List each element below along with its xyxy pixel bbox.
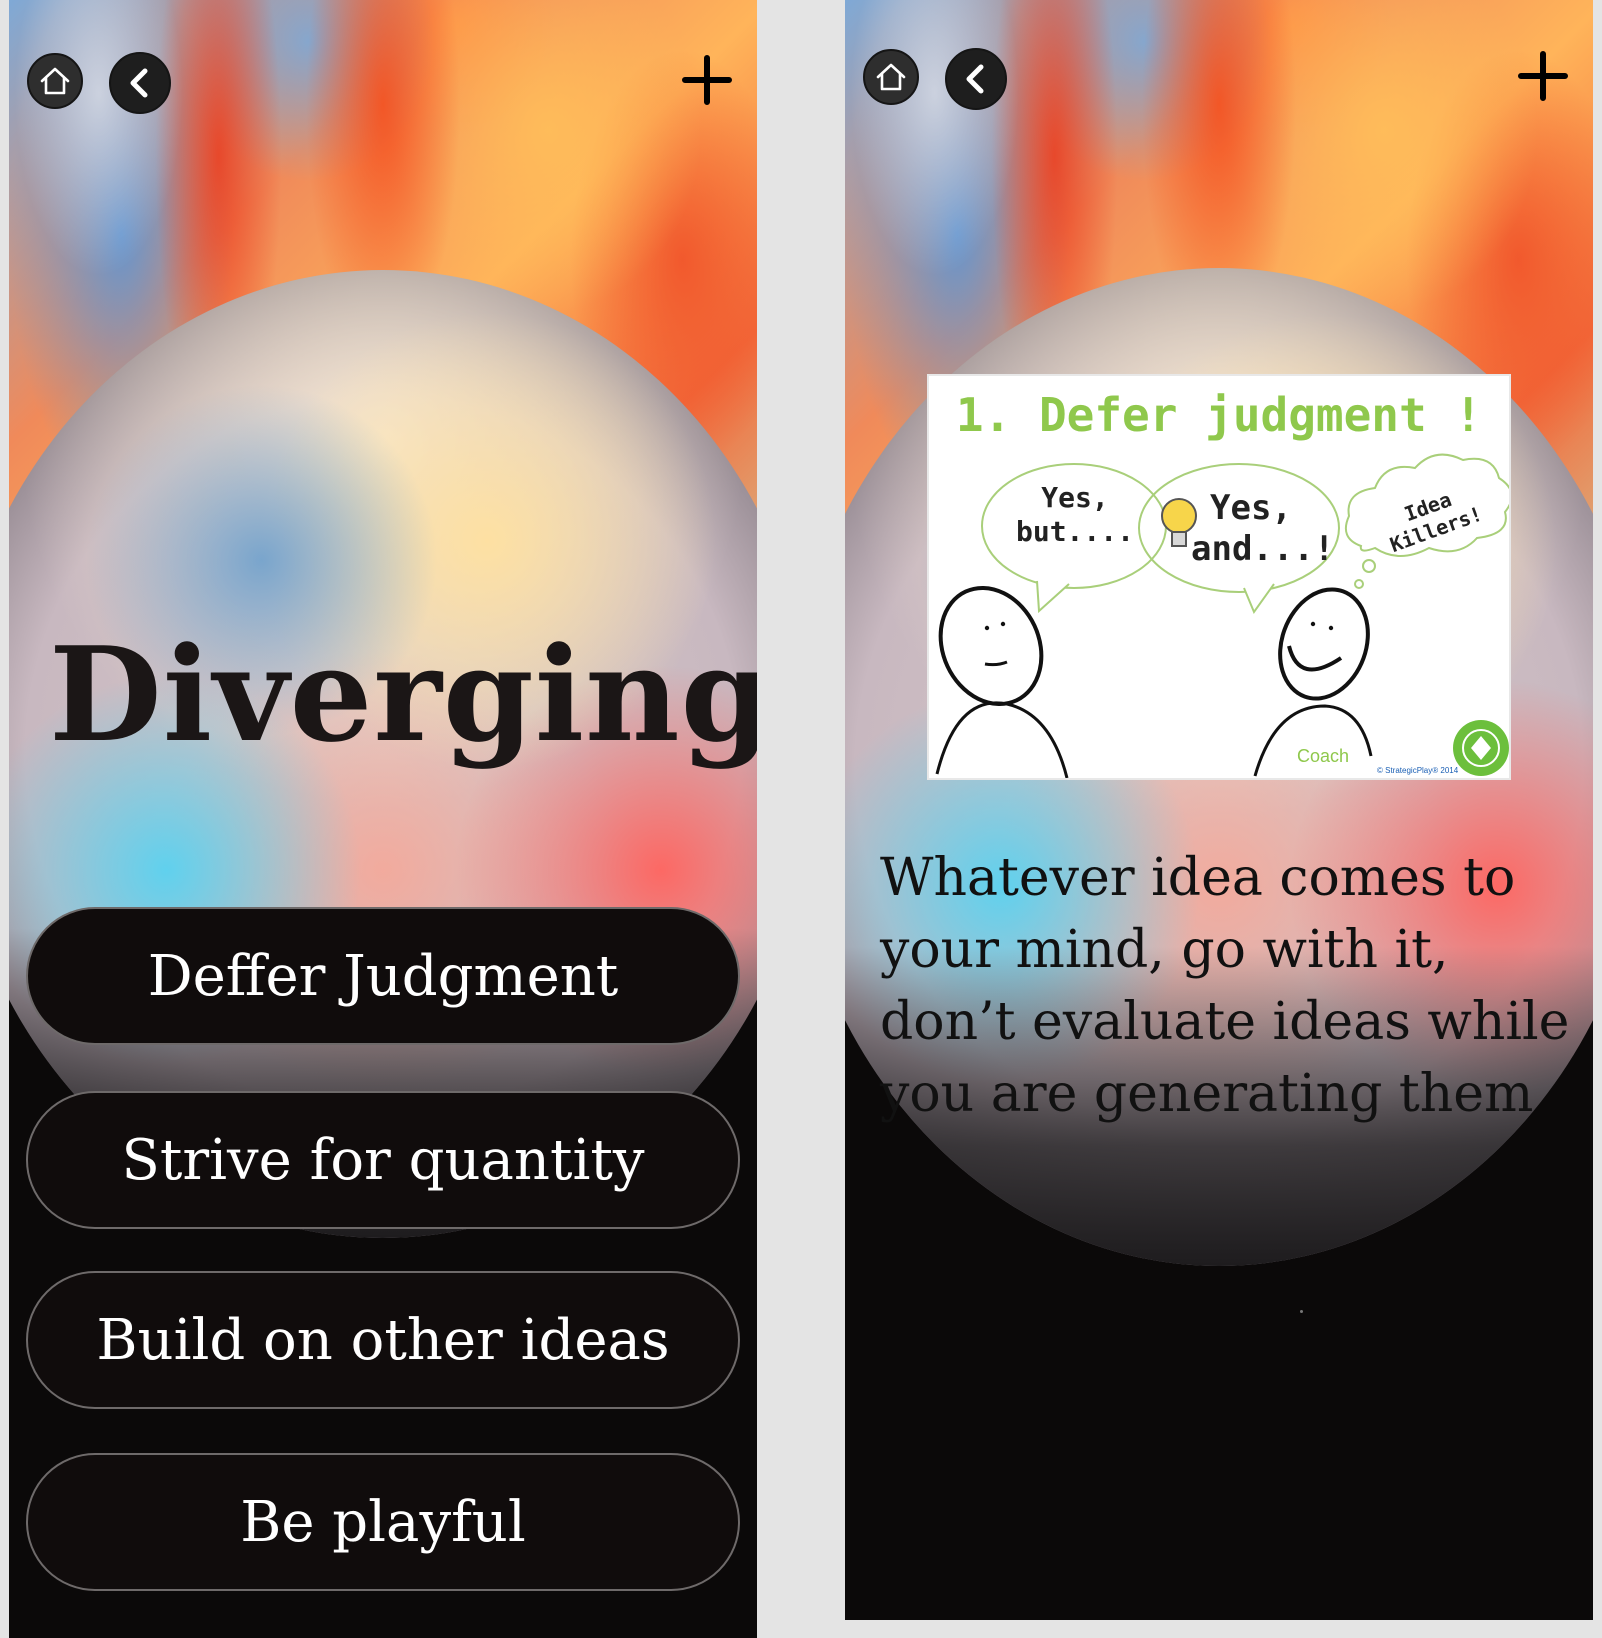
home-button[interactable] (27, 53, 83, 109)
option-defer-judgment-button[interactable]: Deffer Judgment (26, 907, 740, 1045)
copyright-text: © StrategicPlay® 2014 (1377, 766, 1459, 775)
bubble-yes-and: Yes, and...! (1191, 488, 1335, 569)
add-button[interactable] (677, 50, 737, 110)
principle-description: Whatever idea comes to your mind, go wit… (880, 848, 1570, 1124)
chevron-left-icon (966, 64, 984, 94)
home-icon (876, 63, 906, 91)
page-dot (1300, 1310, 1303, 1313)
add-button[interactable] (1513, 46, 1573, 106)
home-button[interactable] (863, 49, 919, 105)
diverging-screen: Diverging Deffer Judgment Strive for qua… (9, 0, 757, 1638)
plus-icon (1518, 51, 1568, 101)
option-build-on-ideas-button[interactable]: Build on other ideas (26, 1271, 740, 1409)
page-title: Diverging (49, 618, 757, 771)
back-button[interactable] (945, 48, 1007, 110)
option-strive-for-quantity-button[interactable]: Strive for quantity (26, 1091, 740, 1229)
option-be-playful-button[interactable]: Be playful (26, 1453, 740, 1591)
plus-icon (682, 55, 732, 105)
badge-text: IDEA DIAMONDS (1461, 710, 1501, 716)
bubble-yes-but: Yes, but.... (1015, 481, 1134, 548)
coach-caption: Coach (1297, 746, 1350, 766)
chevron-left-icon (130, 68, 148, 98)
defer-judgment-illustration: 1. Defer judgment ! Yes, but.... Yes, an… (927, 374, 1511, 780)
defer-judgment-screen: 1. Defer judgment ! Yes, but.... Yes, an… (845, 0, 1593, 1620)
home-icon (40, 67, 70, 95)
card-heading: 1. Defer judgment ! (955, 388, 1483, 442)
back-button[interactable] (109, 52, 171, 114)
